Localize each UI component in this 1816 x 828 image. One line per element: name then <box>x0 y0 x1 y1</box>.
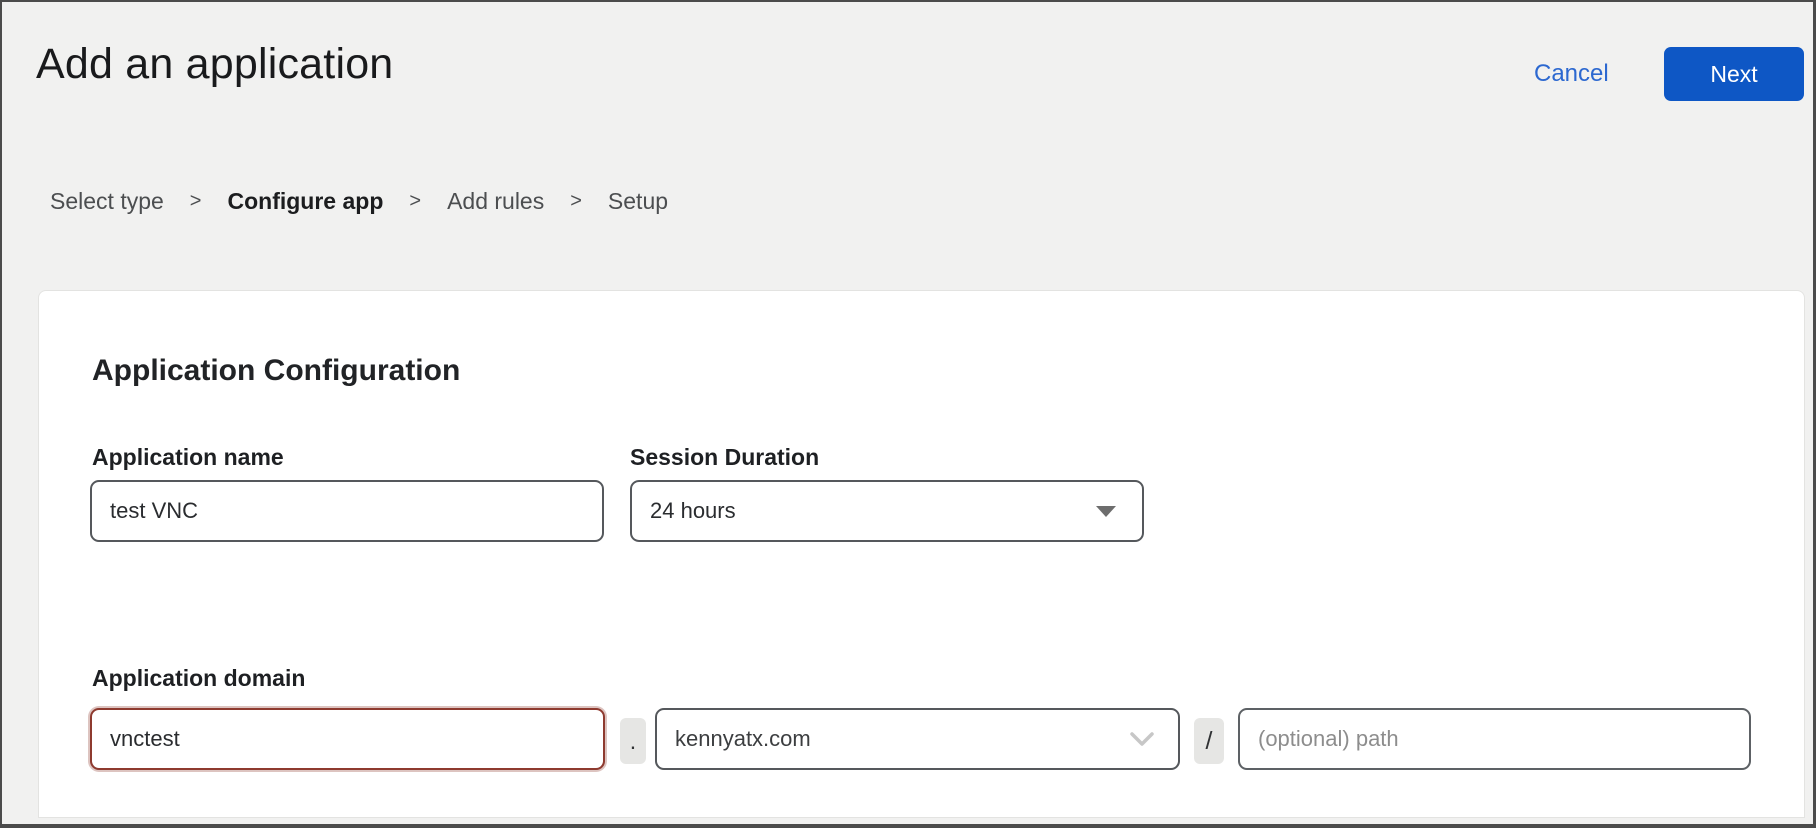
breadcrumb-separator: > <box>570 190 582 213</box>
chevron-down-icon <box>1130 732 1154 746</box>
domain-select[interactable]: kennyatx.com <box>655 708 1180 770</box>
breadcrumb-step-setup[interactable]: Setup <box>608 188 668 215</box>
domain-select-value: kennyatx.com <box>675 726 1130 752</box>
application-name-input[interactable] <box>90 480 604 542</box>
breadcrumb-step-select-type[interactable]: Select type <box>50 188 164 215</box>
page-title: Add an application <box>36 40 393 89</box>
application-name-label: Application name <box>92 444 284 471</box>
path-input[interactable] <box>1238 708 1751 770</box>
session-duration-value: 24 hours <box>650 498 1096 524</box>
slash-separator: / <box>1194 718 1224 764</box>
next-button[interactable]: Next <box>1664 47 1804 101</box>
breadcrumb-step-add-rules[interactable]: Add rules <box>447 188 544 215</box>
caret-down-icon <box>1096 506 1116 517</box>
section-title: Application Configuration <box>92 354 460 388</box>
breadcrumb-separator: > <box>190 190 202 213</box>
session-duration-label: Session Duration <box>630 444 819 471</box>
breadcrumb-step-configure-app[interactable]: Configure app <box>227 188 383 215</box>
subdomain-input[interactable] <box>90 708 605 770</box>
breadcrumb-separator: > <box>409 190 421 213</box>
cancel-button[interactable]: Cancel <box>1534 60 1609 88</box>
application-domain-label: Application domain <box>92 665 305 692</box>
breadcrumb: Select type > Configure app > Add rules … <box>50 188 668 215</box>
dot-separator: . <box>620 718 646 764</box>
add-application-page: Add an application Cancel Next Select ty… <box>0 0 1816 828</box>
session-duration-select[interactable]: 24 hours <box>630 480 1144 542</box>
